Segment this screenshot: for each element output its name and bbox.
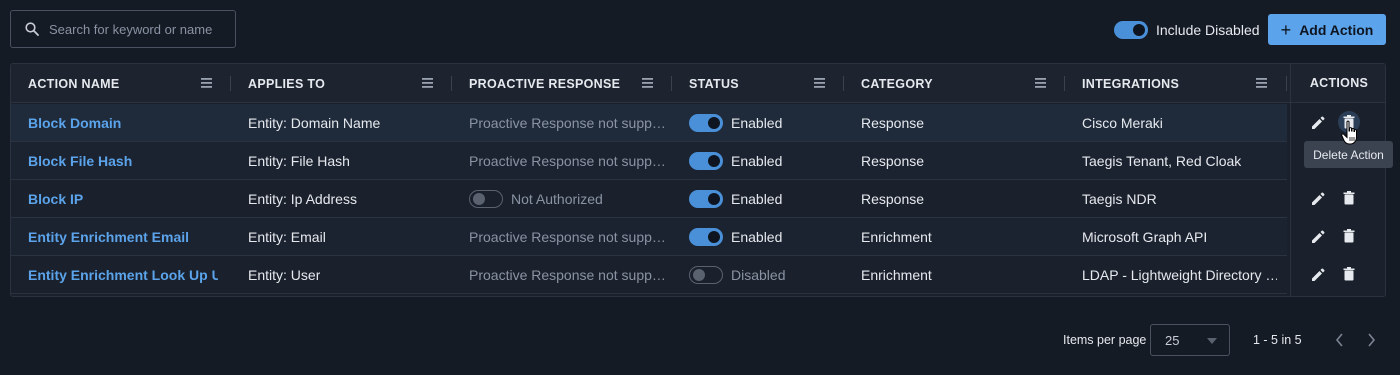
include-disabled-toggle[interactable]: Include Disabled xyxy=(1114,21,1260,39)
search-field[interactable] xyxy=(10,10,236,48)
status-label: Enabled xyxy=(731,153,783,169)
table-header: ACTION NAME APPLIES TO PROACTIVE RESPONSE S… xyxy=(11,64,1385,103)
status-cell: Enabled xyxy=(689,180,782,218)
column-header-status[interactable]: STATUS xyxy=(689,64,739,103)
column-separator[interactable] xyxy=(230,76,231,91)
applies-to-cell: Entity: File Hash xyxy=(248,153,350,169)
status-label: Disabled xyxy=(731,267,786,283)
column-menu-icon[interactable] xyxy=(814,78,825,88)
integrations-cell: Taegis Tenant, Red Cloak xyxy=(1082,153,1242,169)
column-menu-icon[interactable] xyxy=(1035,78,1046,88)
proactive-response-label: Not Authorized xyxy=(511,191,603,207)
add-action-button[interactable]: + Add Action xyxy=(1268,14,1386,45)
column-separator[interactable] xyxy=(1064,76,1065,91)
actions-table: ACTION NAME APPLIES TO PROACTIVE RESPONSE S… xyxy=(10,63,1386,297)
column-header-actions: ACTIONS xyxy=(1291,64,1385,103)
table-row[interactable]: Block Domain Entity: Domain Name Proactive… xyxy=(11,104,1287,142)
column-header-integrations[interactable]: INTEGRATIONS xyxy=(1082,64,1179,103)
integrations-cell: Cisco Meraki xyxy=(1082,115,1163,131)
column-separator[interactable] xyxy=(671,76,672,91)
row-actions xyxy=(1291,218,1385,256)
column-header-category[interactable]: CATEGORY xyxy=(861,64,933,103)
edit-pencil-icon[interactable] xyxy=(1310,229,1326,245)
applies-to-cell: Entity: User xyxy=(248,267,321,283)
column-header-proactive-response[interactable]: PROACTIVE RESPONSE xyxy=(469,64,620,103)
column-menu-icon[interactable] xyxy=(201,78,212,88)
action-name-link[interactable]: Block IP xyxy=(28,180,83,218)
action-name-link[interactable]: Entity Enrichment Look Up U… xyxy=(28,256,218,294)
plus-icon: + xyxy=(1280,19,1292,40)
edit-pencil-icon[interactable] xyxy=(1310,191,1326,207)
proactive-response-cell: Proactive Response not supp… xyxy=(469,267,666,283)
row-actions xyxy=(1291,256,1385,294)
category-cell: Response xyxy=(861,191,925,207)
previous-page-icon[interactable] xyxy=(1335,333,1345,347)
include-disabled-label: Include Disabled xyxy=(1156,22,1260,38)
category-cell: Enrichment xyxy=(861,229,932,245)
delete-trash-icon[interactable] xyxy=(1341,228,1357,244)
chevron-down-icon xyxy=(1207,338,1217,344)
edit-pencil-icon[interactable] xyxy=(1310,115,1326,131)
status-toggle[interactable] xyxy=(689,152,723,170)
status-toggle[interactable] xyxy=(689,228,723,246)
status-cell: Enabled xyxy=(689,142,782,180)
items-per-page-value: 25 xyxy=(1165,332,1180,348)
integrations-cell: LDAP - Lightweight Directory … xyxy=(1082,267,1277,283)
column-menu-icon[interactable] xyxy=(642,78,653,88)
action-name-link[interactable]: Block File Hash xyxy=(28,142,132,180)
column-header-applies-to[interactable]: APPLIES TO xyxy=(248,64,325,103)
items-per-page-label: Items per page xyxy=(1063,333,1147,347)
status-toggle[interactable] xyxy=(689,190,723,208)
proactive-response-cell: Not Authorized xyxy=(469,180,603,218)
applies-to-cell: Entity: Email xyxy=(248,229,326,245)
edit-pencil-icon[interactable] xyxy=(1310,267,1326,283)
add-action-label: Add Action xyxy=(1299,21,1374,38)
status-toggle[interactable] xyxy=(689,114,723,132)
table-row[interactable]: Block IP Entity: Ip Address Not Authorized… xyxy=(11,180,1287,218)
actions-column: ACTIONS xyxy=(1290,64,1385,296)
row-actions xyxy=(1291,180,1385,218)
column-menu-icon[interactable] xyxy=(422,78,433,88)
table-row[interactable]: Block File Hash Entity: File Hash Proactiv… xyxy=(11,142,1287,180)
category-cell: Response xyxy=(861,153,925,169)
proactive-response-toggle[interactable] xyxy=(469,190,503,208)
next-page-icon[interactable] xyxy=(1366,333,1376,347)
row-actions xyxy=(1291,104,1385,142)
hand-cursor-icon xyxy=(1341,120,1357,145)
table-row[interactable]: Entity Enrichment Look Up U… Entity: User… xyxy=(11,256,1287,294)
action-name-link[interactable]: Block Domain xyxy=(28,104,121,142)
column-separator[interactable] xyxy=(1286,76,1287,91)
column-separator[interactable] xyxy=(843,76,844,91)
status-label: Enabled xyxy=(731,191,783,207)
include-disabled-switch[interactable] xyxy=(1114,21,1148,39)
delete-trash-icon[interactable] xyxy=(1341,266,1357,282)
proactive-response-cell: Proactive Response not supp… xyxy=(469,153,666,169)
status-label: Enabled xyxy=(731,115,783,131)
delete-trash-icon[interactable] xyxy=(1341,190,1357,206)
status-cell: Enabled xyxy=(689,218,782,256)
status-cell: Disabled xyxy=(689,256,785,294)
table-row[interactable]: Entity Enrichment Email Entity: Email Proa… xyxy=(11,218,1287,256)
status-label: Enabled xyxy=(731,229,783,245)
pagination-range: 1 - 5 in 5 xyxy=(1253,333,1302,347)
column-separator[interactable] xyxy=(451,76,452,91)
search-icon xyxy=(25,22,39,36)
integrations-cell: Microsoft Graph API xyxy=(1082,229,1208,245)
action-name-link[interactable]: Entity Enrichment Email xyxy=(28,218,189,256)
search-input[interactable] xyxy=(49,21,229,37)
items-per-page-select[interactable]: 25 xyxy=(1150,324,1230,356)
applies-to-cell: Entity: Domain Name xyxy=(248,115,381,131)
status-toggle[interactable] xyxy=(689,266,723,284)
applies-to-cell: Entity: Ip Address xyxy=(248,191,357,207)
proactive-response-cell: Proactive Response not supp… xyxy=(469,115,666,131)
integrations-cell: Taegis NDR xyxy=(1082,191,1157,207)
column-header-action-name[interactable]: ACTION NAME xyxy=(28,64,120,103)
proactive-response-cell: Proactive Response not supp… xyxy=(469,229,666,245)
category-cell: Enrichment xyxy=(861,267,932,283)
category-cell: Response xyxy=(861,115,925,131)
status-cell: Enabled xyxy=(689,104,782,142)
column-menu-icon[interactable] xyxy=(1256,78,1267,88)
